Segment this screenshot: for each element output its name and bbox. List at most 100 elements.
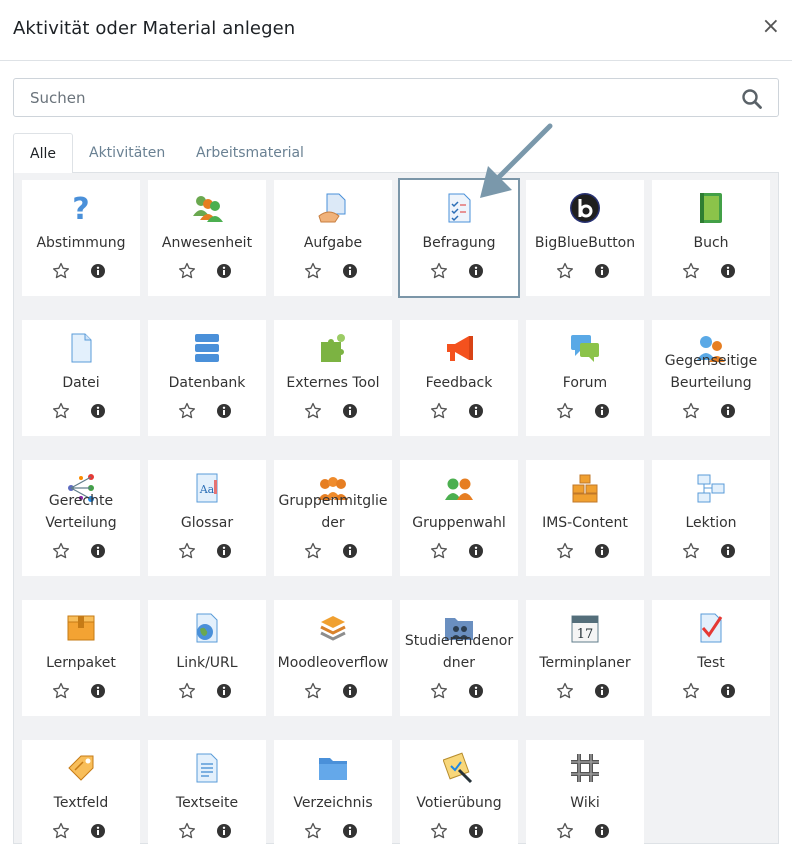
star-icon[interactable]	[682, 682, 700, 700]
search-icon[interactable]	[741, 88, 763, 110]
activity-tile[interactable]: Verzeichnis	[274, 740, 392, 856]
activity-tile[interactable]: Buch	[652, 180, 770, 296]
activity-tile[interactable]: Textseite	[148, 740, 266, 856]
star-icon[interactable]	[304, 822, 322, 840]
label-tag-icon	[65, 752, 97, 784]
activity-tile[interactable]: Votierübung	[400, 740, 518, 856]
star-icon[interactable]	[178, 822, 196, 840]
info-icon[interactable]	[343, 404, 357, 418]
activity-label: Forum	[562, 375, 608, 391]
info-icon[interactable]	[343, 684, 357, 698]
info-icon[interactable]	[217, 404, 231, 418]
activity-label: Textfeld	[53, 795, 109, 811]
star-icon[interactable]	[304, 262, 322, 280]
star-icon[interactable]	[556, 682, 574, 700]
star-icon[interactable]	[52, 822, 70, 840]
info-icon[interactable]	[217, 684, 231, 698]
info-icon[interactable]	[343, 264, 357, 278]
star-icon[interactable]	[52, 262, 70, 280]
activity-tile[interactable]: Textfeld	[22, 740, 140, 856]
star-icon[interactable]	[304, 402, 322, 420]
activity-tile[interactable]: Datenbank	[148, 320, 266, 436]
star-icon[interactable]	[430, 542, 448, 560]
info-icon[interactable]	[721, 544, 735, 558]
star-icon[interactable]	[178, 402, 196, 420]
activity-label: Verteilung	[45, 515, 117, 531]
activity-tile[interactable]: Gegenseitige Beurteilung	[652, 320, 770, 436]
info-icon[interactable]	[595, 824, 609, 838]
star-icon[interactable]	[430, 682, 448, 700]
close-button[interactable]: ×	[762, 14, 780, 40]
star-icon[interactable]	[430, 402, 448, 420]
activity-tile[interactable]: Aa Glossar	[148, 460, 266, 576]
package-icon	[65, 612, 97, 644]
search-input[interactable]	[14, 79, 734, 116]
star-icon[interactable]	[682, 262, 700, 280]
activity-tile[interactable]: Studierendenor dner	[400, 600, 518, 716]
activity-tile[interactable]: ? Abstimmung	[22, 180, 140, 296]
star-icon[interactable]	[682, 542, 700, 560]
star-icon[interactable]	[304, 682, 322, 700]
star-icon[interactable]	[52, 542, 70, 560]
activity-tile[interactable]: Aufgabe	[274, 180, 392, 296]
tab-arbeitsmaterial[interactable]: Arbeitsmaterial	[180, 133, 320, 173]
info-icon[interactable]	[469, 544, 483, 558]
star-icon[interactable]	[304, 542, 322, 560]
star-icon[interactable]	[430, 822, 448, 840]
info-icon[interactable]	[469, 264, 483, 278]
info-icon[interactable]	[217, 264, 231, 278]
info-icon[interactable]	[595, 684, 609, 698]
activity-tile[interactable]: Externes Tool	[274, 320, 392, 436]
info-icon[interactable]	[217, 824, 231, 838]
star-icon[interactable]	[430, 262, 448, 280]
info-icon[interactable]	[721, 264, 735, 278]
activity-label: Feedback	[425, 375, 493, 391]
info-icon[interactable]	[343, 824, 357, 838]
info-icon[interactable]	[91, 404, 105, 418]
quiz-icon	[695, 612, 727, 644]
activity-tile[interactable]: Anwesenheit	[148, 180, 266, 296]
activity-tile[interactable]: Gerechte Verteilung	[22, 460, 140, 576]
activity-tile[interactable]: Moodleoverflow	[274, 600, 392, 716]
activity-tile[interactable]: Feedback	[400, 320, 518, 436]
star-icon[interactable]	[52, 402, 70, 420]
info-icon[interactable]	[469, 404, 483, 418]
star-icon[interactable]	[178, 542, 196, 560]
activity-tile[interactable]: Datei	[22, 320, 140, 436]
info-icon[interactable]	[91, 544, 105, 558]
activity-tile[interactable]: Befragung	[398, 178, 520, 298]
star-icon[interactable]	[556, 542, 574, 560]
activity-tile[interactable]: Link/URL	[148, 600, 266, 716]
activity-tile[interactable]: Lernpaket	[22, 600, 140, 716]
activity-tile[interactable]: 17 Terminplaner	[526, 600, 644, 716]
activity-tile[interactable]: BigBlueButton	[526, 180, 644, 296]
info-icon[interactable]	[595, 264, 609, 278]
info-icon[interactable]	[721, 684, 735, 698]
info-icon[interactable]	[721, 404, 735, 418]
star-icon[interactable]	[178, 682, 196, 700]
tab-aktivitaeten[interactable]: Aktivitäten	[73, 133, 181, 173]
activity-tile[interactable]: Forum	[526, 320, 644, 436]
info-icon[interactable]	[595, 404, 609, 418]
star-icon[interactable]	[556, 262, 574, 280]
activity-tile[interactable]: Wiki	[526, 740, 644, 856]
info-icon[interactable]	[217, 544, 231, 558]
activity-tile[interactable]: Gruppenmitglie der	[274, 460, 392, 576]
info-icon[interactable]	[91, 684, 105, 698]
star-icon[interactable]	[178, 262, 196, 280]
info-icon[interactable]	[91, 264, 105, 278]
info-icon[interactable]	[343, 544, 357, 558]
activity-tile[interactable]: Test	[652, 600, 770, 716]
activity-tile[interactable]: IMS-Content	[526, 460, 644, 576]
star-icon[interactable]	[556, 402, 574, 420]
info-icon[interactable]	[469, 824, 483, 838]
star-icon[interactable]	[52, 682, 70, 700]
tab-alle[interactable]: Alle	[13, 133, 73, 174]
info-icon[interactable]	[91, 824, 105, 838]
info-icon[interactable]	[469, 684, 483, 698]
star-icon[interactable]	[682, 402, 700, 420]
star-icon[interactable]	[556, 822, 574, 840]
activity-tile[interactable]: Gruppenwahl	[400, 460, 518, 576]
activity-tile[interactable]: Lektion	[652, 460, 770, 576]
info-icon[interactable]	[595, 544, 609, 558]
